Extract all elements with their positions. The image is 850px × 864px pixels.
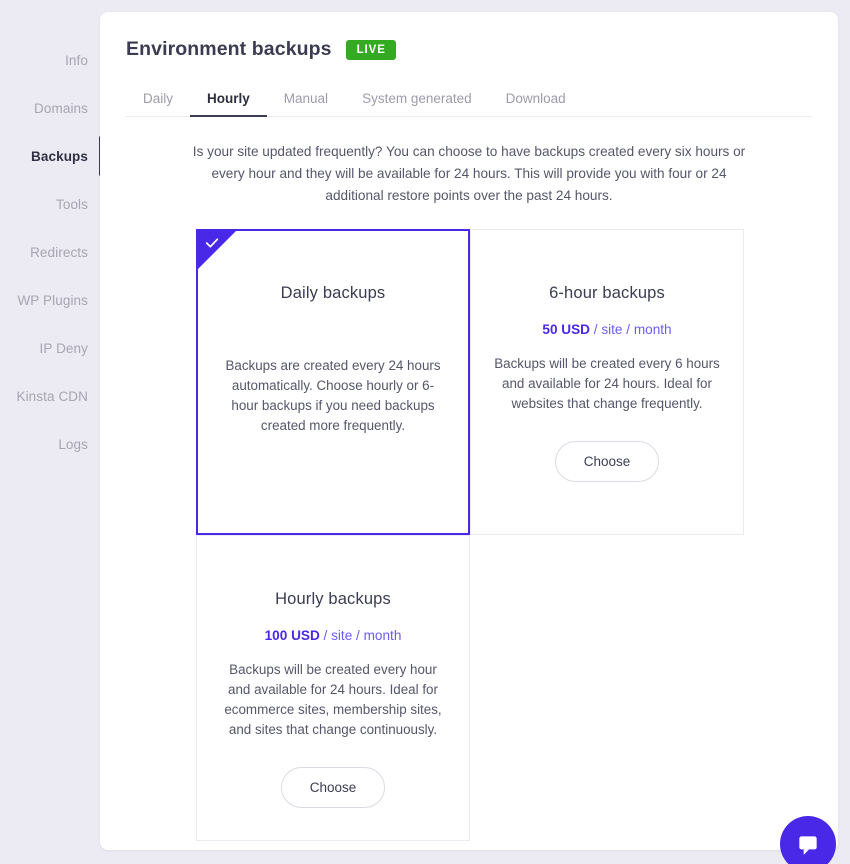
choose-button-6-hour[interactable]: Choose bbox=[554, 441, 660, 482]
tab-hourly[interactable]: Hourly bbox=[190, 91, 267, 117]
tab-download[interactable]: Download bbox=[489, 91, 583, 117]
panel-header: Environment backups LIVE bbox=[100, 12, 838, 61]
sidebar-item-label: Kinsta CDN bbox=[16, 388, 88, 404]
tab-label: Manual bbox=[283, 91, 329, 106]
plan-description: Backups are created every 24 hours autom… bbox=[225, 358, 441, 433]
page-title: Environment backups bbox=[126, 38, 332, 60]
sidebar-item-redirects[interactable]: Redirects bbox=[0, 228, 100, 276]
check-icon bbox=[205, 238, 219, 248]
sidebar-item-logs[interactable]: Logs bbox=[0, 420, 100, 468]
plan-title: 6-hour backups bbox=[549, 284, 665, 302]
sidebar-item-info[interactable]: Info bbox=[0, 36, 100, 84]
main-panel: Environment backups LIVE Daily Hourly Ma… bbox=[100, 12, 838, 850]
sidebar-item-tools[interactable]: Tools bbox=[0, 180, 100, 228]
sidebar-item-label: Redirects bbox=[30, 244, 88, 260]
status-badge: LIVE bbox=[345, 39, 396, 60]
plan-description: Backups will be created every hour and a… bbox=[224, 662, 442, 737]
sidebar-item-domains[interactable]: Domains bbox=[0, 84, 100, 132]
plan-price-amount: 50 USD bbox=[542, 322, 590, 337]
tab-label: Download bbox=[505, 91, 566, 106]
tab-label: Hourly bbox=[207, 91, 250, 106]
plan-row-bottom: Hourly backups 100 USD / site / month Ba… bbox=[196, 535, 744, 841]
plan-row-top: Daily backups Backups are created every … bbox=[196, 229, 744, 535]
sidebar-item-label: Info bbox=[65, 52, 88, 68]
plan-price-suffix: / site / month bbox=[319, 628, 402, 643]
sidebar-item-label: WP Plugins bbox=[17, 292, 88, 308]
plan-card-daily[interactable]: Daily backups Backups are created every … bbox=[196, 229, 470, 535]
tab-system-generated[interactable]: System generated bbox=[345, 91, 489, 117]
tab-label: Daily bbox=[143, 91, 174, 106]
sidebar-item-label: Domains bbox=[34, 100, 88, 116]
plan-price-suffix: / site / month bbox=[590, 322, 672, 337]
tab-manual[interactable]: Manual bbox=[267, 91, 345, 117]
plan-title: Hourly backups bbox=[275, 590, 391, 608]
sidebar-item-label: Backups bbox=[31, 148, 88, 164]
plan-card-6-hour[interactable]: 6-hour backups 50 USD / site / month Bac… bbox=[470, 229, 744, 535]
chat-bubble-icon bbox=[799, 836, 817, 855]
plan-title: Daily backups bbox=[280, 284, 386, 302]
plan-price: 50 USD / site / month bbox=[493, 322, 721, 337]
chat-support-button[interactable] bbox=[780, 816, 836, 864]
tab-bar: Daily Hourly Manual System generated Dow… bbox=[126, 90, 812, 117]
sidebar-item-kinsta-cdn[interactable]: Kinsta CDN bbox=[0, 372, 100, 420]
sidebar: Info Domains Backups Tools Redirects WP … bbox=[0, 0, 102, 864]
plan-description: Backups will be created every 6 hours an… bbox=[494, 356, 720, 411]
sidebar-item-ip-deny[interactable]: IP Deny bbox=[0, 324, 100, 372]
plan-grid: Daily backups Backups are created every … bbox=[196, 229, 744, 841]
tab-label: System generated bbox=[362, 91, 472, 106]
plan-price-amount: 100 USD bbox=[264, 628, 320, 643]
sidebar-item-label: IP Deny bbox=[39, 340, 88, 356]
sidebar-item-backups[interactable]: Backups bbox=[0, 132, 102, 180]
sidebar-item-wp-plugins[interactable]: WP Plugins bbox=[0, 276, 100, 324]
tab-daily[interactable]: Daily bbox=[126, 91, 190, 117]
sidebar-item-label: Tools bbox=[55, 196, 88, 212]
plan-card-hourly[interactable]: Hourly backups 100 USD / site / month Ba… bbox=[196, 535, 470, 841]
choose-button-hourly[interactable]: Choose bbox=[280, 767, 386, 808]
intro-description: Is your site updated frequently? You can… bbox=[192, 144, 746, 203]
plan-price: 100 USD / site / month bbox=[219, 628, 447, 643]
sidebar-item-label: Logs bbox=[58, 436, 88, 452]
